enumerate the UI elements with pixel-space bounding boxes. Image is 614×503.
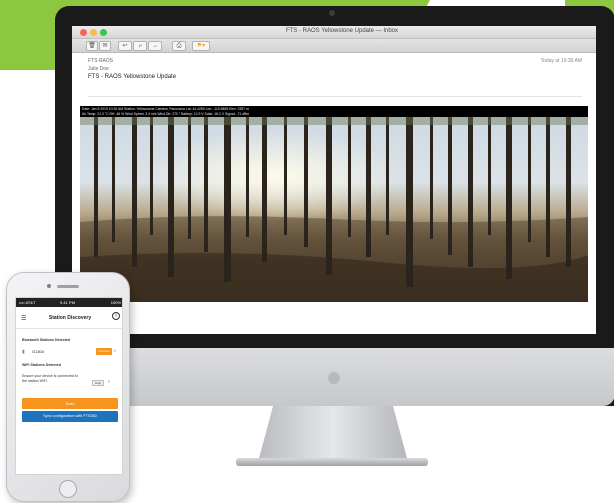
brand-logo-icon — [328, 372, 340, 384]
wifi-hint-text: Ensure your device is connected to the s… — [22, 374, 78, 383]
marketing-composite: FTS - RAOS Yellowstone Update — Inbox 🗑 … — [0, 0, 614, 503]
monitor-stand-base — [236, 458, 428, 466]
wifi-section-heading: WiFi Stations Detected — [22, 363, 61, 367]
message-header: FTS RAOS Julie Doe FTS - RAOS Yellowston… — [72, 54, 596, 104]
connect-button[interactable]: Connect — [96, 348, 112, 355]
monitor-stand — [258, 406, 408, 462]
photo-metadata-line: Date: Jan 5 2019 10:30 AM Station: Yello… — [82, 107, 249, 111]
battery-level: 100% — [110, 300, 121, 305]
chevron-right-icon[interactable]: › — [114, 348, 116, 354]
menu-icon[interactable]: ☰ — [21, 315, 26, 322]
sync-configuration-button[interactable]: Sync configuration with FTS360 — [22, 411, 118, 422]
help-button[interactable]: Help — [92, 380, 104, 386]
signal-strength-icon: ▮ — [22, 349, 25, 355]
forest-panorama-image — [80, 117, 588, 302]
minimize-window-icon[interactable] — [90, 29, 97, 36]
header-divider — [88, 96, 582, 97]
info-icon[interactable]: i — [112, 312, 120, 320]
webcam-icon — [329, 10, 335, 16]
home-button[interactable] — [59, 480, 77, 498]
message-date: Today at 10:30 AM — [540, 58, 582, 64]
chevron-right-icon[interactable]: › — [108, 379, 110, 385]
close-window-icon[interactable] — [80, 29, 87, 36]
reply-all-icon[interactable]: ⤶ — [133, 41, 147, 51]
photo-sensor-line: Air Temp: 21.3 °C RH: 48 % Wind Speed: 3… — [82, 112, 250, 116]
app-header: ☰ Station Discovery i — [16, 307, 122, 329]
message-sender: FTS RAOS — [88, 58, 114, 64]
mail-app-window: FTS - RAOS Yellowstone Update — Inbox 🗑 … — [72, 26, 596, 334]
carrier-label: •••• AT&T — [19, 300, 36, 305]
phone-speaker — [57, 285, 79, 288]
forward-icon[interactable]: → — [148, 41, 162, 51]
message-subject: FTS - RAOS Yellowstone Update — [88, 74, 177, 80]
station-id: G1304 — [32, 349, 45, 354]
status-time: 9:41 PM — [60, 300, 75, 305]
window-title: FTS - RAOS Yellowstone Update — Inbox — [285, 28, 399, 34]
trash-icon[interactable]: 🗑 — [86, 41, 98, 51]
zoom-window-icon[interactable] — [100, 29, 107, 36]
page-title: Station Discovery — [48, 315, 92, 321]
mail-toolbar: 🗑 ✉ ↩ ⤶ → ⎙ ⚑▾ — [72, 39, 596, 53]
forest-trees-illustration — [80, 117, 588, 302]
window-titlebar: FTS - RAOS Yellowstone Update — Inbox — [72, 26, 596, 39]
flag-icon[interactable]: ⚑▾ — [192, 41, 210, 51]
phone-status-bar: •••• AT&T 9:41 PM 100% — [16, 298, 122, 307]
station-photo-attachment: Date: Jan 5 2019 10:30 AM Station: Yello… — [80, 106, 588, 302]
print-icon[interactable]: ⎙ — [172, 41, 186, 51]
message-recipient: Julie Doe — [88, 66, 109, 72]
smartphone: •••• AT&T 9:41 PM 100% ☰ Station Discove… — [6, 272, 130, 502]
station-discovery-screen: •••• AT&T 9:41 PM 100% ☰ Station Discove… — [15, 297, 123, 475]
junk-icon[interactable]: ✉ — [99, 41, 111, 51]
station-list-item[interactable]: ▮ G1304 Connect › — [22, 348, 118, 357]
reply-icon[interactable]: ↩ — [118, 41, 132, 51]
front-camera-icon — [47, 284, 51, 288]
bluetooth-section-heading: Bluetooth Stations Detected — [22, 338, 71, 342]
scan-button[interactable]: Scan — [22, 398, 118, 409]
